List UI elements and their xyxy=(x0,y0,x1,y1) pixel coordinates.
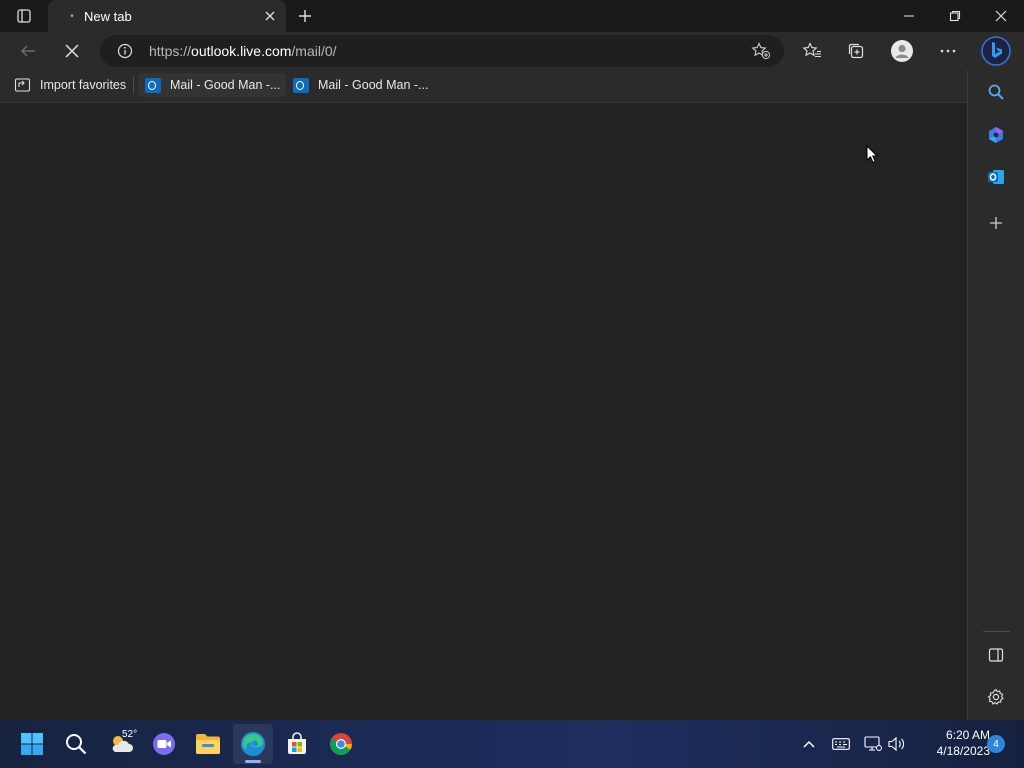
browser-tab[interactable]: • New tab xyxy=(48,0,286,32)
sidebar-search-button[interactable] xyxy=(981,77,1011,107)
url-prefix: https:// xyxy=(149,43,192,59)
mouse-cursor-icon xyxy=(866,145,878,164)
notification-badge[interactable]: 4 xyxy=(987,735,1005,753)
minimize-button[interactable] xyxy=(886,0,932,32)
collections-button[interactable] xyxy=(840,36,872,66)
star-add-icon xyxy=(751,42,771,60)
restore-icon xyxy=(949,10,961,22)
info-icon xyxy=(117,43,133,59)
search-icon xyxy=(988,84,1004,100)
speaker-icon xyxy=(888,736,905,752)
sidebar-settings-button[interactable] xyxy=(981,682,1011,712)
show-hidden-icons-button[interactable] xyxy=(798,734,820,754)
clock[interactable]: 6:20 AM 4/18/2023 xyxy=(912,727,990,763)
close-window-button[interactable] xyxy=(978,0,1024,32)
outlook-icon xyxy=(292,76,310,94)
clock-date: 4/18/2023 xyxy=(936,744,990,758)
collections-icon xyxy=(848,43,864,59)
address-bar[interactable]: https://outlook.live.com/mail/0/ xyxy=(100,35,784,67)
sidebar-add-button[interactable] xyxy=(981,208,1011,238)
sidebar-outlook-button[interactable] xyxy=(981,162,1011,192)
bing-copilot-button[interactable] xyxy=(978,34,1014,68)
keyboard-icon xyxy=(832,738,850,750)
close-icon xyxy=(265,11,275,21)
tab-actions-button[interactable] xyxy=(8,4,40,28)
chevron-up-icon xyxy=(803,740,815,748)
video-chat-icon xyxy=(153,733,175,755)
import-favorites-label: Import favorites xyxy=(40,78,127,92)
import-favorites-link[interactable]: Import favorites xyxy=(8,73,132,97)
profile-button[interactable] xyxy=(886,36,918,66)
favorites-icon xyxy=(802,42,821,58)
outlook-icon xyxy=(988,170,1004,184)
taskbar-search-button[interactable] xyxy=(56,724,96,764)
active-app-indicator xyxy=(245,760,261,763)
back-arrow-icon xyxy=(20,45,35,57)
clock-time: 6:20 AM xyxy=(945,728,990,742)
favorites-separator xyxy=(133,76,134,94)
folder-icon xyxy=(196,734,220,754)
page-content[interactable] xyxy=(0,103,967,720)
copilot-icon xyxy=(989,127,1003,143)
minimize-icon xyxy=(904,15,914,17)
file-explorer-button[interactable] xyxy=(188,724,228,764)
start-button[interactable] xyxy=(12,724,52,764)
favorite-mail-2-label: Mail - Good Man -... xyxy=(318,78,429,92)
favorites-button[interactable] xyxy=(796,36,828,66)
tab-close-button[interactable] xyxy=(258,4,282,28)
network-button[interactable] xyxy=(862,734,884,754)
windows-logo-icon xyxy=(21,733,43,755)
teams-chat-button[interactable] xyxy=(144,724,184,764)
network-icon xyxy=(864,736,882,751)
url-path: /mail/0/ xyxy=(291,43,337,59)
bing-icon xyxy=(981,36,1011,66)
gear-icon xyxy=(987,688,1004,705)
loading-spinner-icon: • xyxy=(70,10,74,22)
url-host: outlook.live.com xyxy=(191,43,292,59)
chrome-icon xyxy=(330,733,352,755)
microsoft-store-button[interactable] xyxy=(277,724,317,764)
import-icon xyxy=(14,76,32,94)
url-text[interactable]: https://outlook.live.com/mail/0/ xyxy=(149,43,337,59)
restore-button[interactable] xyxy=(932,0,978,32)
outlook-icon xyxy=(144,76,162,94)
close-icon xyxy=(995,10,1007,22)
sidebar-copilot-button[interactable] xyxy=(981,120,1011,150)
tab-actions-icon xyxy=(17,9,31,23)
chrome-taskbar-button[interactable] xyxy=(321,724,361,764)
edge-icon xyxy=(241,732,265,756)
weather-temperature: 52° xyxy=(122,729,138,740)
add-favorite-button[interactable] xyxy=(750,41,772,61)
favorite-mail-1-label: Mail - Good Man -... xyxy=(170,78,281,92)
store-icon xyxy=(288,732,306,754)
avatar-icon xyxy=(891,40,913,62)
sidebar-separator xyxy=(983,631,1010,632)
favorite-mail-2[interactable]: Mail - Good Man -... xyxy=(286,73,434,97)
search-icon xyxy=(66,734,87,755)
hide-sidebar-button[interactable] xyxy=(981,640,1011,670)
back-button[interactable] xyxy=(12,36,44,66)
settings-more-button[interactable] xyxy=(932,36,964,66)
new-tab-button[interactable] xyxy=(292,4,318,28)
tab-title: New tab xyxy=(84,8,132,24)
more-dots-icon xyxy=(940,49,956,53)
plus-icon xyxy=(990,217,1002,229)
volume-button[interactable] xyxy=(886,734,908,754)
plus-icon xyxy=(299,10,311,22)
panel-icon xyxy=(988,648,1004,662)
stop-icon xyxy=(65,44,79,58)
touch-keyboard-button[interactable] xyxy=(830,734,852,754)
edge-taskbar-button[interactable] xyxy=(233,724,273,764)
stop-loading-button[interactable] xyxy=(56,36,88,66)
site-info-button[interactable] xyxy=(110,43,140,59)
favorite-mail-1[interactable]: Mail - Good Man -... xyxy=(138,73,287,97)
